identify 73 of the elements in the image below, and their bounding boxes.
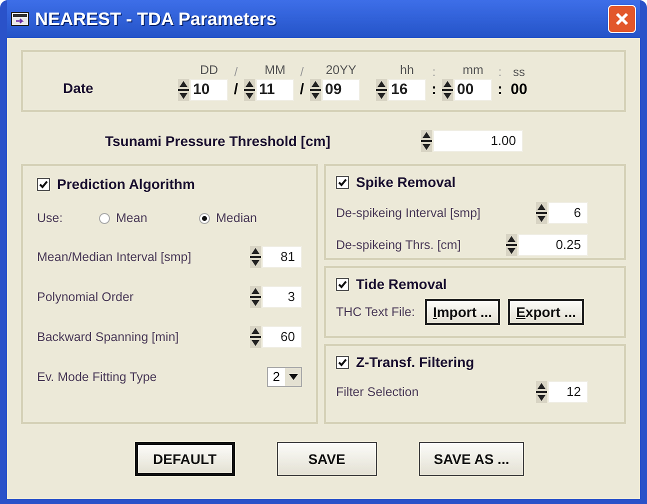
spin-arrows-icon[interactable] — [244, 79, 255, 102]
field-label: Date — [63, 78, 94, 98]
dialog-button[interactable]: DEFAULT — [134, 442, 235, 476]
file-button[interactable]: Export ... — [508, 299, 584, 325]
checkbox[interactable] — [336, 176, 349, 189]
number-field[interactable]: 60 — [262, 326, 302, 348]
spin-arrows-icon[interactable] — [250, 326, 261, 348]
close-button[interactable] — [608, 5, 636, 33]
field-label: Use: — [37, 210, 64, 227]
spin-arrows-icon[interactable] — [310, 79, 321, 102]
file-button[interactable]: Import ... — [424, 299, 500, 325]
field-label: Mean/Median Interval [smp] — [37, 248, 192, 266]
column-header: DD — [198, 62, 218, 79]
spin-arrows-icon[interactable] — [506, 234, 517, 256]
checkbox[interactable] — [37, 178, 50, 191]
field-label: De-spikeing Interval [smp] — [336, 204, 481, 222]
close-icon — [615, 12, 629, 26]
number-field[interactable]: 00 — [454, 79, 492, 102]
radio-button[interactable] — [199, 212, 210, 224]
number-field[interactable]: 6 — [548, 202, 588, 224]
column-header: 20YY — [324, 62, 356, 79]
separator: : — [498, 80, 502, 100]
number-field[interactable]: 81 — [262, 246, 302, 268]
separator-header: / — [234, 64, 238, 80]
spin-arrows-icon[interactable] — [376, 79, 387, 102]
number-field[interactable]: 12 — [548, 381, 588, 403]
dialog-button[interactable]: SAVE — [276, 442, 377, 476]
spin-arrows-icon[interactable] — [250, 286, 261, 308]
field-label: Polynomial Order — [37, 288, 134, 306]
column-header: hh — [399, 62, 414, 79]
column-header: mm — [462, 62, 484, 79]
column-header: ss — [513, 64, 525, 80]
field-label: Backward Spanning [min] — [37, 328, 179, 346]
section-title: Tide Removal — [356, 275, 447, 294]
separator-header: : — [498, 64, 502, 80]
radio-button[interactable] — [99, 212, 110, 224]
separator: / — [300, 80, 304, 100]
field-label: Filter Selection — [336, 384, 419, 401]
section-title: Spike Removal — [356, 173, 456, 192]
dialog-button[interactable]: SAVE AS ... — [418, 442, 524, 476]
window-title: NEAREST - TDA Parameters — [35, 8, 276, 30]
section-title: Z-Transf. Filtering — [356, 353, 474, 372]
spin-arrows-icon[interactable] — [421, 130, 432, 152]
number-field[interactable]: 1.00 — [433, 130, 523, 152]
number-field[interactable]: 09 — [322, 79, 360, 102]
radio-option[interactable]: Mean — [99, 208, 199, 228]
number-field[interactable]: 0.25 — [518, 234, 588, 256]
column-header: MM — [264, 62, 286, 79]
number-field[interactable]: 10 — [190, 79, 228, 102]
number-field[interactable]: 3 — [262, 286, 302, 308]
field-label: THC Text File: — [336, 304, 415, 321]
checkbox[interactable] — [336, 356, 349, 369]
spin-arrows-icon[interactable] — [178, 79, 189, 102]
app-icon — [11, 12, 29, 26]
field-label: De-spikeing Thrs. [cm] — [336, 236, 461, 254]
number-field[interactable]: 16 — [388, 79, 426, 102]
radio-option[interactable]: Median — [199, 208, 257, 228]
spin-arrows-icon[interactable] — [536, 202, 547, 224]
separator: : — [432, 80, 436, 100]
number-field[interactable]: 11 — [256, 79, 294, 102]
section-title: Prediction Algorithm — [57, 175, 195, 194]
separator-header: : — [432, 64, 436, 80]
separator-header: / — [300, 64, 304, 80]
spin-arrows-icon[interactable] — [250, 246, 261, 268]
checkbox[interactable] — [336, 278, 349, 291]
seconds-value: 00 — [510, 80, 528, 100]
field-label: Tsunami Pressure Threshold [cm] — [105, 132, 332, 151]
spin-arrows-icon[interactable] — [442, 79, 453, 102]
field-label: Ev. Mode Fitting Type — [37, 368, 157, 386]
dropdown-arrow-icon — [288, 374, 298, 380]
dropdown[interactable]: 2 — [266, 367, 302, 387]
separator: / — [234, 80, 238, 100]
spin-arrows-icon[interactable] — [536, 381, 547, 403]
